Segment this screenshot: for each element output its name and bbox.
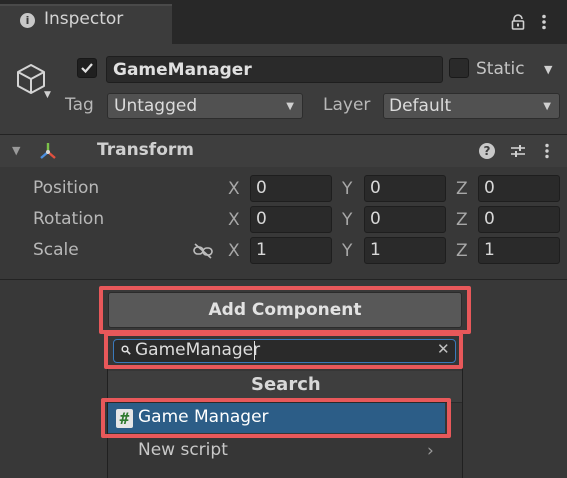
component-menu-icon[interactable] [544, 143, 550, 159]
foldout-caret-icon[interactable]: ▼ [12, 144, 20, 157]
axis-x-label: X [228, 210, 240, 230]
position-z-field[interactable]: 0 [478, 175, 560, 202]
scale-label: Scale [33, 240, 79, 260]
tag-label: Tag [65, 95, 94, 115]
gameobject-name-field[interactable]: GameManager [106, 56, 443, 83]
tab-title: Inspector [44, 9, 124, 29]
axis-y-label: Y [342, 210, 353, 230]
info-icon: i [20, 13, 35, 28]
position-label: Position [33, 178, 100, 198]
position-x-field[interactable]: 0 [250, 175, 332, 202]
transform-axes-icon [40, 143, 56, 159]
gameobject-cube-icon[interactable] [14, 62, 48, 96]
scale-y-field[interactable]: 1 [364, 237, 446, 264]
presets-sliders-icon[interactable] [510, 143, 526, 159]
axis-x-label: X [228, 179, 240, 199]
axis-y-label: Y [342, 179, 353, 199]
rotation-x-field[interactable]: 0 [250, 206, 332, 233]
scale-x-field[interactable]: 1 [250, 237, 332, 264]
new-script-item[interactable]: New script [138, 440, 228, 460]
tag-value: Untagged [114, 96, 198, 116]
highlight-box [101, 398, 451, 438]
search-results-title: Search [251, 374, 321, 395]
active-checkbox[interactable] [77, 58, 97, 78]
layer-label: Layer [323, 95, 371, 115]
lock-icon[interactable] [510, 14, 526, 30]
chevron-right-icon: › [427, 441, 434, 461]
static-label: Static [476, 59, 525, 79]
axis-x-label: X [228, 241, 240, 261]
tag-dropdown[interactable]: Untagged ▼ [107, 93, 303, 119]
position-y-field[interactable]: 0 [364, 175, 446, 202]
chevron-down-icon: ▼ [286, 101, 294, 112]
constrain-proportions-link-icon[interactable] [192, 242, 214, 260]
icon-dropdown-caret-icon[interactable]: ▼ [44, 90, 51, 100]
highlight-box [99, 286, 471, 334]
kebab-menu-icon[interactable] [540, 14, 548, 30]
layer-dropdown[interactable]: Default ▼ [383, 93, 560, 119]
rotation-z-field[interactable]: 0 [478, 206, 560, 233]
static-dropdown-caret-icon[interactable]: ▼ [544, 63, 552, 76]
highlight-box [104, 332, 463, 369]
rotation-y-field[interactable]: 0 [364, 206, 446, 233]
help-icon[interactable]: ? [479, 143, 495, 159]
layer-value: Default [389, 96, 452, 116]
transform-title: Transform [97, 140, 194, 160]
scale-z-field[interactable]: 1 [478, 237, 560, 264]
axis-z-label: Z [456, 210, 468, 230]
axis-y-label: Y [342, 241, 353, 261]
rotation-label: Rotation [33, 209, 105, 229]
checkmark-icon [81, 63, 93, 74]
static-checkbox[interactable] [449, 58, 469, 78]
chevron-down-icon: ▼ [543, 101, 551, 112]
axis-z-label: Z [456, 241, 468, 261]
axis-z-label: Z [456, 179, 468, 199]
